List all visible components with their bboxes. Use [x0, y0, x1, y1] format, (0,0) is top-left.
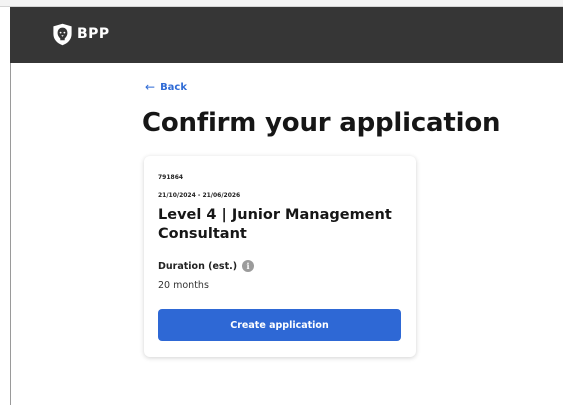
window-top-edge	[0, 0, 563, 7]
duration-value: 20 months	[158, 280, 209, 291]
course-dates: 21/10/2024 - 21/06/2026	[158, 192, 241, 199]
course-title: Level 4 | Junior Management Consultant	[158, 207, 392, 242]
duration-row: Duration (est.) i	[158, 260, 255, 272]
course-reference: 791864	[158, 174, 184, 181]
info-icon[interactable]: i	[242, 260, 255, 272]
site-header: BPP	[10, 7, 563, 63]
page-left-border	[10, 63, 11, 405]
page-title: Confirm your application	[142, 108, 501, 138]
back-link-label: Back	[160, 81, 188, 93]
arrow-left-icon: ←	[145, 80, 156, 94]
back-link[interactable]: ← Back	[145, 80, 187, 94]
duration-label: Duration (est.)	[158, 260, 238, 272]
logo-text: BPP	[77, 26, 110, 42]
lion-shield-icon	[53, 23, 72, 45]
bpp-logo[interactable]: BPP	[52, 22, 110, 46]
application-card: 791864 21/10/2024 - 21/06/2026 Level 4 |…	[144, 156, 416, 357]
create-application-button[interactable]: Create application	[158, 309, 401, 341]
